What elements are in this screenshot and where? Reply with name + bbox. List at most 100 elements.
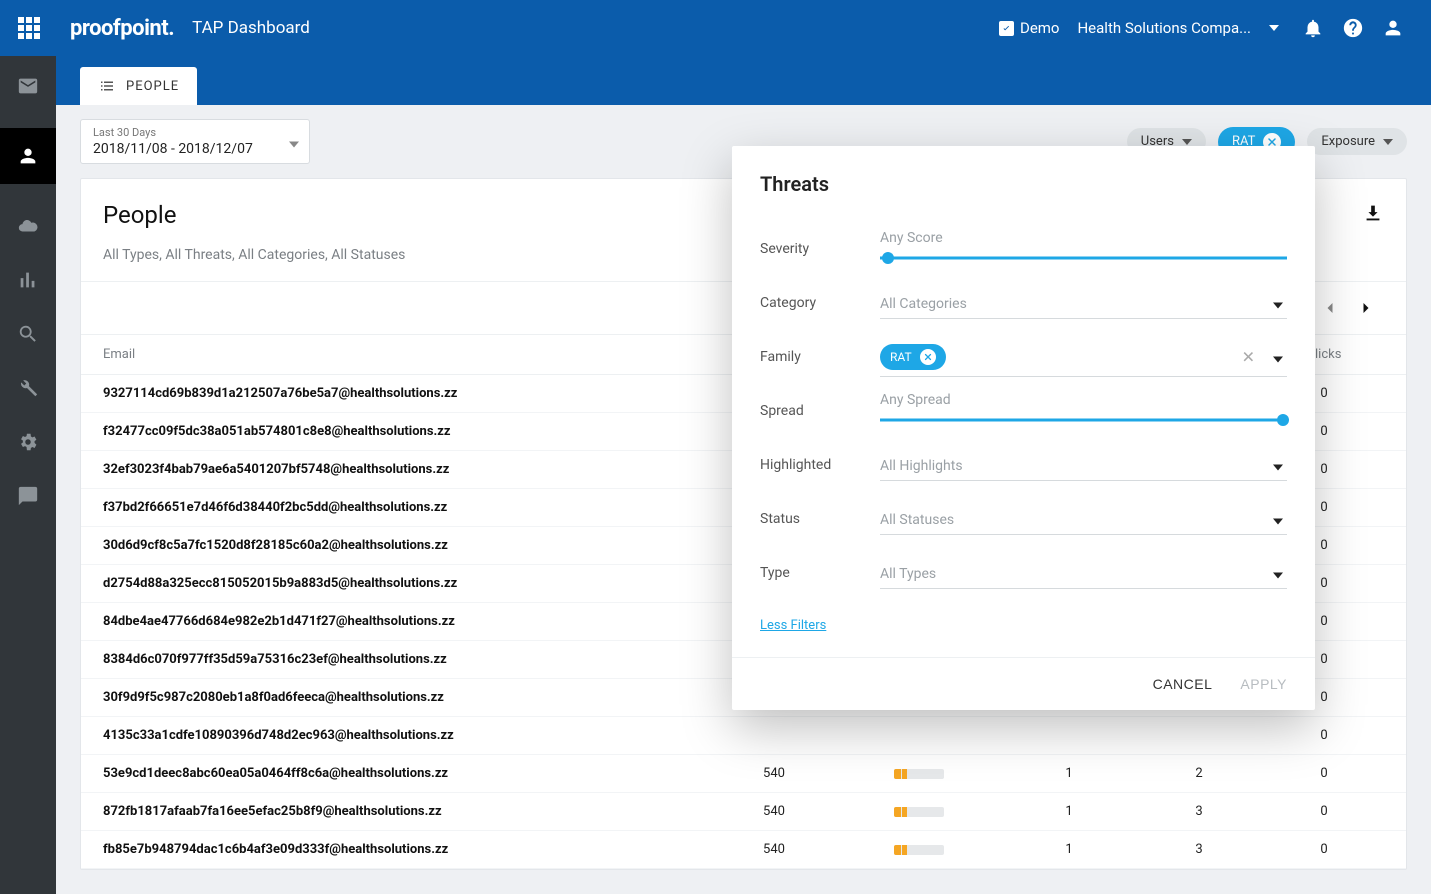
download-button[interactable]	[1362, 202, 1384, 228]
highlighted-label: Highlighted	[760, 457, 880, 473]
cell-attack: 540	[714, 842, 834, 857]
popover-title: Threats	[760, 172, 1287, 196]
cell-email: 4135c33a1cdfe10890396d748d2ec963@healths…	[103, 728, 714, 743]
nav-search-icon[interactable]	[16, 322, 40, 346]
spread-value: Any Spread	[880, 392, 1287, 408]
cell-email: 84dbe4ae47766d684e982e2b1d471f27@healths…	[103, 614, 714, 629]
chip-exposure[interactable]: Exposure	[1307, 128, 1407, 155]
family-pill[interactable]: RAT	[880, 344, 946, 370]
cell-clicks: 0	[1264, 728, 1384, 743]
cancel-button[interactable]: CANCEL	[1153, 676, 1213, 692]
caret-down-icon	[1273, 347, 1283, 366]
category-label: Category	[760, 295, 880, 311]
caret-down-icon	[1269, 25, 1279, 31]
spread-slider[interactable]	[880, 410, 1287, 430]
nav-settings-icon[interactable]	[16, 430, 40, 454]
list-icon	[98, 77, 116, 95]
app-title: TAP Dashboard	[192, 18, 310, 38]
cell-email: 872fb1817afaab7fa16ee5efac25b8f9@healths…	[103, 804, 714, 819]
tab-people[interactable]: PEOPLE	[80, 67, 197, 105]
brand-logo: proofpoint.	[70, 16, 174, 41]
cell-email: 32ef3023f4bab79ae6a5401207bf5748@healths…	[103, 462, 714, 477]
col-email: Email	[103, 347, 714, 362]
caret-down-icon	[1273, 563, 1283, 582]
cell-families: 1	[1004, 842, 1134, 857]
sub-header: PEOPLE	[56, 56, 1431, 105]
nav-tools-icon[interactable]	[16, 376, 40, 400]
family-label: Family	[760, 349, 880, 365]
caret-down-icon	[1383, 134, 1393, 149]
left-nav	[0, 56, 56, 894]
date-range-value: 2018/11/08 - 2018/12/07	[93, 141, 273, 157]
status-select[interactable]: All Statuses	[880, 503, 1287, 535]
spread-label: Spread	[760, 403, 880, 419]
table-row[interactable]: 872fb1817afaab7fa16ee5efac25b8f9@healths…	[81, 793, 1406, 831]
cell-threats: 3	[1134, 842, 1264, 857]
apply-button[interactable]: APPLY	[1240, 676, 1287, 692]
family-pill-label: RAT	[890, 350, 912, 364]
caret-down-icon	[1273, 509, 1283, 528]
cell-email: f37bd2f66651e7d46f6d38440f2bc5dd@healths…	[103, 500, 714, 515]
category-select[interactable]: All Categories	[880, 287, 1287, 319]
nav-analytics-icon[interactable]	[16, 268, 40, 292]
date-range-picker[interactable]: Last 30 Days 2018/11/08 - 2018/12/07	[80, 119, 310, 164]
cell-email: fb85e7b948794dac1c6b4af3e09d333f@healths…	[103, 842, 714, 857]
cell-email: f32477cc09f5dc38a051ab574801c8e8@healths…	[103, 424, 714, 439]
table-row[interactable]: 53e9cd1deec8abc60ea05a0464ff8c6a@healths…	[81, 755, 1406, 793]
panel-title: People	[103, 201, 176, 229]
type-value: All Types	[880, 566, 936, 582]
caret-down-icon	[1273, 293, 1283, 312]
cell-index	[834, 807, 1004, 817]
cell-clicks: 0	[1264, 804, 1384, 819]
help-icon[interactable]	[1333, 8, 1373, 48]
severity-label: Severity	[760, 241, 880, 257]
org-selector[interactable]: Health Solutions Compa...	[1077, 19, 1279, 37]
cell-attack: 540	[714, 804, 834, 819]
chip-exposure-label: Exposure	[1321, 134, 1375, 149]
date-range-label: Last 30 Days	[93, 126, 273, 139]
app-switcher-icon[interactable]	[18, 17, 40, 39]
cell-families: 1	[1004, 766, 1134, 781]
nav-cloud-icon[interactable]	[16, 214, 40, 238]
cell-email: d2754d88a325ecc815052015b9a883d5@healths…	[103, 576, 714, 591]
cell-threats: 2	[1134, 766, 1264, 781]
prev-page-button[interactable]	[1312, 290, 1348, 326]
cell-index	[834, 845, 1004, 855]
type-select[interactable]: All Types	[880, 557, 1287, 589]
cell-attack: 540	[714, 766, 834, 781]
family-select[interactable]: RAT ✕	[880, 338, 1287, 377]
notifications-icon[interactable]	[1293, 8, 1333, 48]
org-name: Health Solutions Compa...	[1077, 19, 1251, 37]
caret-down-icon	[289, 132, 299, 151]
next-page-button[interactable]	[1348, 290, 1384, 326]
highlighted-select[interactable]: All Highlights	[880, 449, 1287, 481]
cell-index	[834, 769, 1004, 779]
category-value: All Categories	[880, 296, 967, 312]
highlighted-value: All Highlights	[880, 458, 963, 474]
nav-people-icon[interactable]	[0, 128, 56, 184]
demo-toggle[interactable]: Demo	[999, 19, 1060, 37]
top-bar: proofpoint. TAP Dashboard Demo Health So…	[0, 0, 1431, 56]
demo-label: Demo	[1020, 19, 1060, 37]
family-pill-remove-icon[interactable]	[920, 349, 936, 365]
nav-mail-icon[interactable]	[16, 74, 40, 98]
nav-chat-icon[interactable]	[16, 484, 40, 508]
family-clear-icon[interactable]: ✕	[1242, 347, 1255, 366]
caret-down-icon	[1273, 455, 1283, 474]
cell-clicks: 0	[1264, 766, 1384, 781]
table-row[interactable]: 4135c33a1cdfe10890396d748d2ec963@healths…	[81, 717, 1406, 755]
cell-email: 30f9d9f5c987c2080eb1a8f0ad6feeca@healths…	[103, 690, 714, 705]
status-value: All Statuses	[880, 512, 954, 528]
tab-people-label: PEOPLE	[126, 79, 179, 94]
account-icon[interactable]	[1373, 8, 1413, 48]
cell-clicks: 0	[1264, 842, 1384, 857]
cell-threats: 3	[1134, 804, 1264, 819]
threats-filter-popover: Threats Severity Any Score Category All …	[732, 146, 1315, 710]
cell-email: 53e9cd1deec8abc60ea05a0464ff8c6a@healths…	[103, 766, 714, 781]
severity-slider[interactable]	[880, 248, 1287, 268]
cell-families: 1	[1004, 804, 1134, 819]
cell-email: 30d6d9cf8c5a7fc1520d8f28185c60a2@healths…	[103, 538, 714, 553]
table-row[interactable]: fb85e7b948794dac1c6b4af3e09d333f@healths…	[81, 831, 1406, 869]
status-label: Status	[760, 511, 880, 527]
less-filters-link[interactable]: Less Filters	[760, 618, 826, 633]
